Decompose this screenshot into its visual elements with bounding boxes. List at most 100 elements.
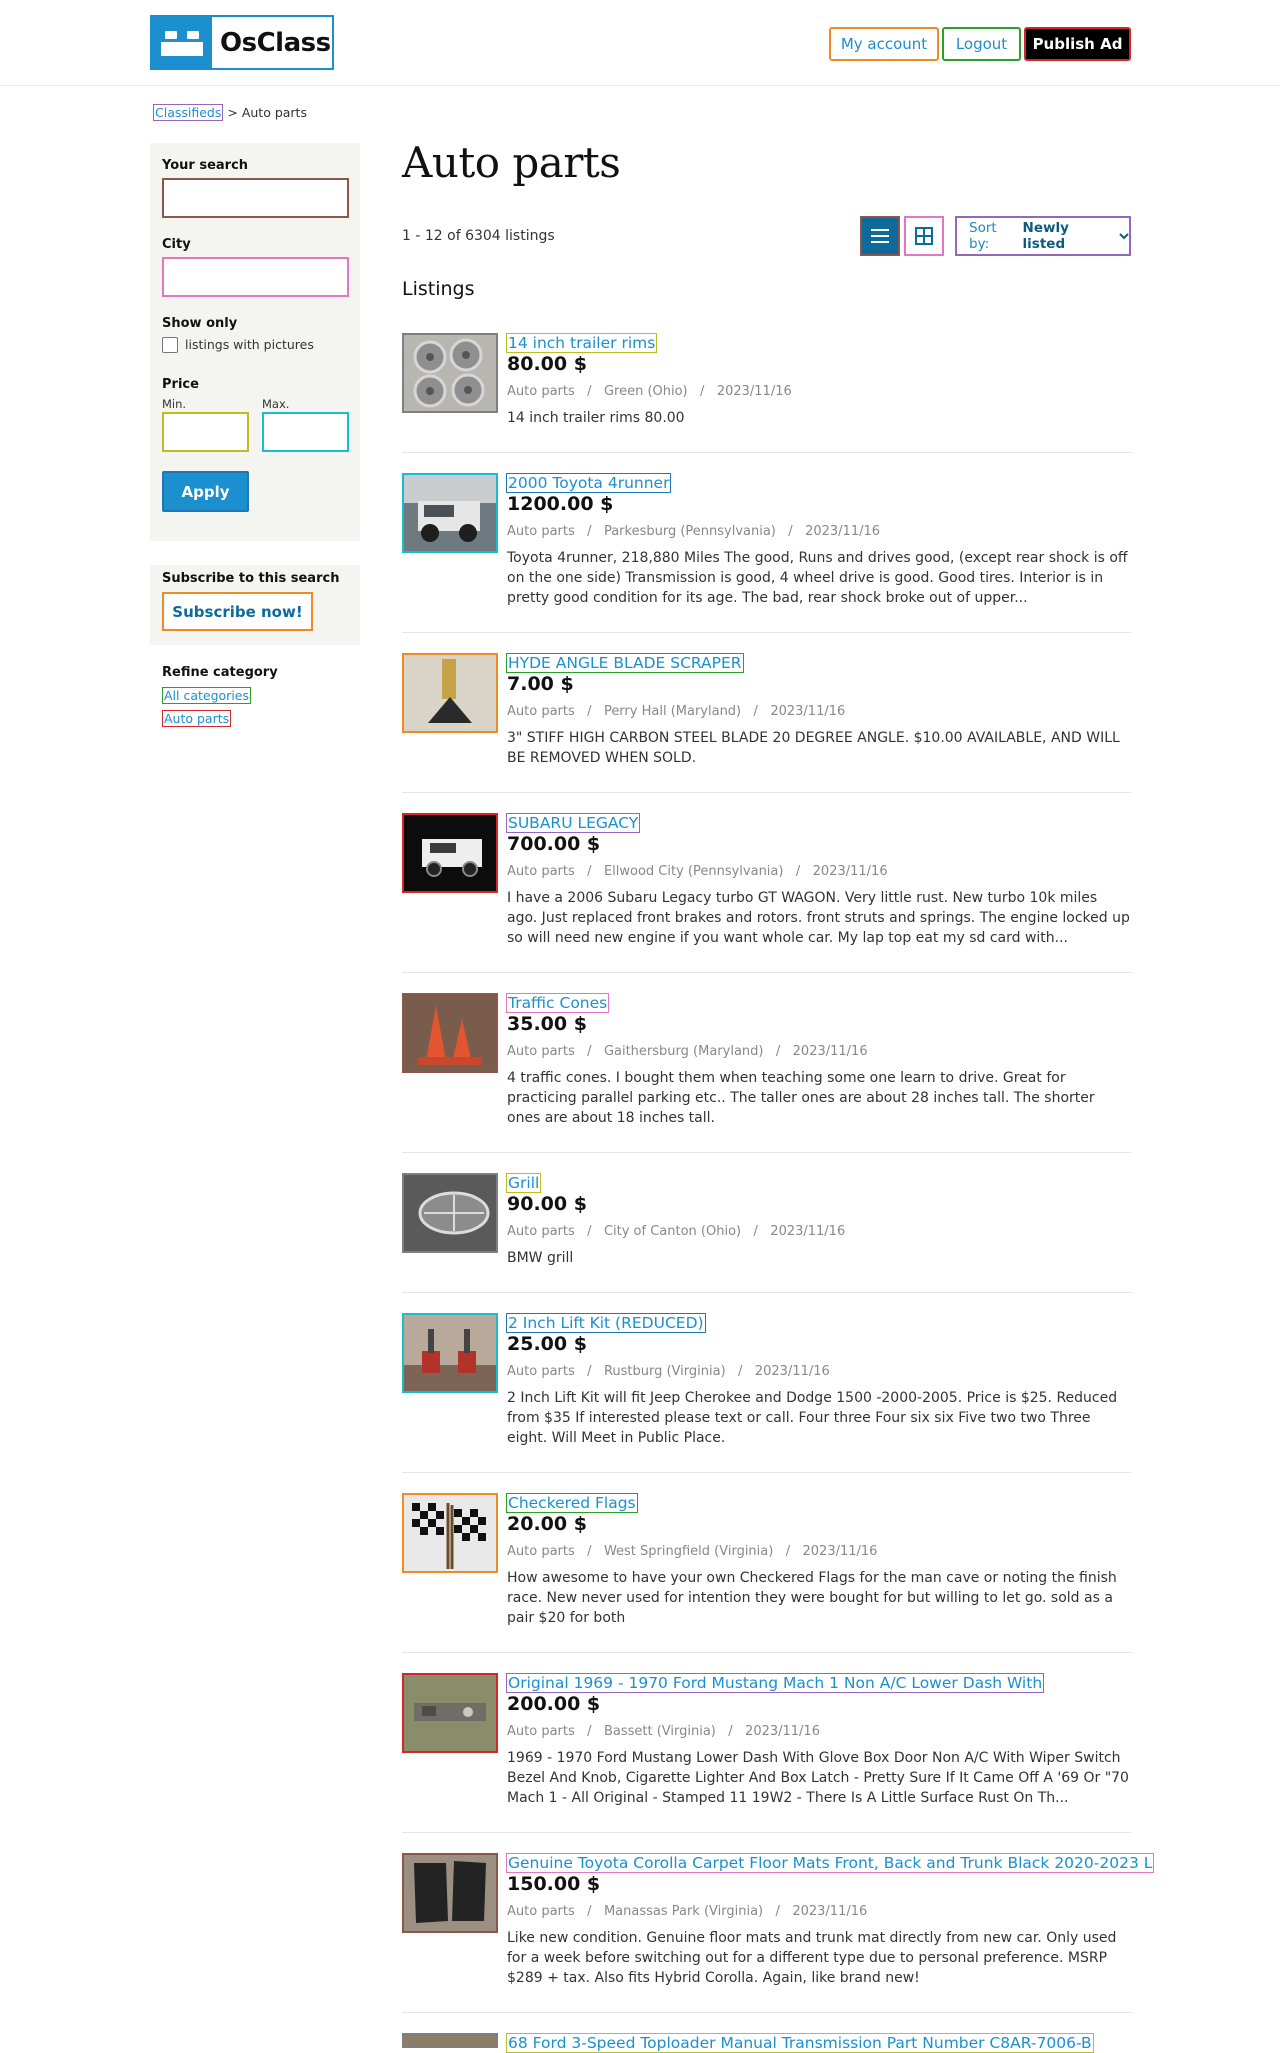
listing-divider [402, 1652, 1131, 1653]
listing-thumbnail[interactable] [402, 813, 498, 893]
listing-thumbnail[interactable] [402, 1853, 498, 1933]
list-view-button[interactable] [860, 216, 900, 256]
city-label: City [162, 237, 191, 252]
listing-category: Auto parts [507, 864, 575, 879]
listing-date: 2023/11/16 [770, 704, 846, 719]
listing-title[interactable]: Genuine Toyota Corolla Carpet Floor Mats… [506, 1853, 1155, 1873]
grid-view-button[interactable] [904, 216, 944, 256]
city-input[interactable] [162, 257, 349, 297]
min-price-input[interactable] [162, 412, 249, 452]
listing-title[interactable]: SUBARU LEGACY [506, 813, 641, 833]
listing-title[interactable]: 2000 Toyota 4runner [506, 473, 672, 493]
listing-thumbnail[interactable] [402, 1313, 498, 1393]
listing-thumbnail[interactable] [402, 1673, 498, 1753]
sort-prefix: Sort by: [969, 220, 997, 252]
listing-description: Toyota 4runner, 218,880 Miles The good, … [507, 550, 1128, 606]
listing-date: 2023/11/16 [792, 1904, 868, 1919]
listing-date: 2023/11/16 [792, 1044, 868, 1059]
listing-divider [402, 1832, 1131, 1833]
listing-title[interactable]: Original 1969 - 1970 Ford Mustang Mach 1… [506, 1673, 1045, 1693]
max-price-input[interactable] [262, 412, 349, 452]
listing-category: Auto parts [507, 1044, 575, 1059]
grid-view-icon [915, 227, 933, 245]
listing-location: Rustburg (Virginia) [603, 1364, 726, 1379]
traffic-cones-image [404, 995, 496, 1071]
listing-divider [402, 2012, 1131, 2013]
listing-location: Perry Hall (Maryland) [603, 704, 742, 719]
listing-location: West Springfield (Virginia) [603, 1544, 774, 1559]
site-header: OsClass My account Logout Publish Ad [0, 0, 1280, 86]
listing-category: Auto parts [507, 1904, 575, 1919]
logout-button[interactable]: Logout [942, 27, 1021, 61]
listing-thumbnail[interactable] [402, 1493, 498, 1573]
listing-meta: Auto parts / Parkesburg (Pennsylvania) /… [507, 524, 881, 539]
listing-date: 2023/11/16 [812, 864, 888, 879]
listing-description: 4 traffic cones. I bought them when teac… [507, 1070, 1095, 1126]
listing-meta: Auto parts / Gaithersburg (Maryland) / 2… [507, 1044, 868, 1059]
listing-location: Parkesburg (Pennsylvania) [603, 524, 776, 539]
listing-price: 700.00 $ [507, 833, 601, 855]
site-logo[interactable]: OsClass [150, 15, 334, 70]
listing-title[interactable]: Traffic Cones [506, 993, 610, 1013]
listing-title[interactable]: 14 inch trailer rims [506, 333, 658, 353]
listing-date: 2023/11/16 [716, 384, 792, 399]
pictures-label: listings with pictures [185, 337, 314, 352]
breadcrumb-separator: > [227, 105, 238, 120]
listing-thumbnail[interactable] [402, 653, 498, 733]
listing-divider [402, 972, 1131, 973]
listing-location: Green (Ohio) [603, 384, 688, 399]
listing-divider [402, 632, 1131, 633]
listing-meta: Auto parts / Manassas Park (Virginia) / … [507, 1904, 868, 1919]
breadcrumb-classifieds-link[interactable]: Classifieds [153, 104, 224, 121]
listing-thumbnail[interactable] [402, 993, 498, 1073]
listing-price: 1200.00 $ [507, 493, 614, 515]
listing-meta: Auto parts / City of Canton (Ohio) / 202… [507, 1224, 846, 1239]
apply-button[interactable]: Apply [162, 471, 249, 512]
refine-category-label: Refine category [162, 665, 278, 680]
all-categories-link[interactable]: All categories [162, 687, 251, 704]
pictures-checkbox[interactable] [162, 337, 178, 353]
floor-mats-image [404, 1855, 496, 1931]
listing-title[interactable]: HYDE ANGLE BLADE SCRAPER [506, 653, 744, 673]
listing-price: 80.00 $ [507, 353, 587, 375]
listing-price: 35.00 $ [507, 1013, 587, 1035]
listing-category: Auto parts [507, 1724, 575, 1739]
listing-category: Auto parts [507, 1544, 575, 1559]
listing-thumbnail[interactable] [402, 333, 498, 413]
min-price-label: Min. [162, 397, 187, 411]
listings-heading: Listings [402, 278, 475, 300]
listing-thumbnail[interactable] [402, 473, 498, 553]
listing-price: 20.00 $ [507, 1513, 587, 1535]
listing-title[interactable]: Grill [506, 1173, 542, 1193]
my-account-button[interactable]: My account [829, 27, 939, 61]
auto-parts-category-link[interactable]: Auto parts [162, 710, 232, 727]
sort-dropdown[interactable]: Sort by: Newly listed [955, 216, 1131, 256]
listing-title[interactable]: 2 Inch Lift Kit (REDUCED) [506, 1313, 706, 1333]
list-view-icon [871, 229, 889, 243]
listing-price: 25.00 $ [507, 1333, 587, 1355]
listing-title[interactable]: 68 Ford 3-Speed Toploader Manual Transmi… [506, 2033, 1094, 2053]
max-price-label: Max. [262, 397, 290, 411]
listing-date: 2023/11/16 [805, 524, 881, 539]
search-input[interactable] [162, 178, 349, 218]
listing-location: Ellwood City (Pennsylvania) [603, 864, 784, 879]
publish-ad-button[interactable]: Publish Ad [1024, 27, 1131, 61]
listing-description: 3" STIFF HIGH CARBON STEEL BLADE 20 DEGR… [507, 730, 1120, 766]
listing-thumbnail[interactable] [402, 1173, 498, 1253]
show-only-label: Show only [162, 316, 238, 331]
listing-description: I have a 2006 Subaru Legacy turbo GT WAG… [507, 890, 1130, 946]
listing-description: BMW grill [507, 1250, 574, 1266]
listing-category: Auto parts [507, 1224, 575, 1239]
listing-meta: Auto parts / Perry Hall (Maryland) / 202… [507, 704, 846, 719]
listing-meta: Auto parts / Ellwood City (Pennsylvania)… [507, 864, 888, 879]
listing-date: 2023/11/16 [802, 1544, 878, 1559]
listing-thumbnail[interactable] [402, 2033, 498, 2048]
listing-description: 14 inch trailer rims 80.00 [507, 410, 685, 426]
subscribe-now-button[interactable]: Subscribe now! [162, 592, 313, 631]
listing-description: How awesome to have your own Checkered F… [507, 1570, 1117, 1626]
listing-divider [402, 792, 1131, 793]
listing-description: Like new condition. Genuine floor mats a… [507, 1930, 1117, 1986]
listing-title[interactable]: Checkered Flags [506, 1493, 638, 1513]
listing-category: Auto parts [507, 704, 575, 719]
listing-location: Bassett (Virginia) [603, 1724, 716, 1739]
